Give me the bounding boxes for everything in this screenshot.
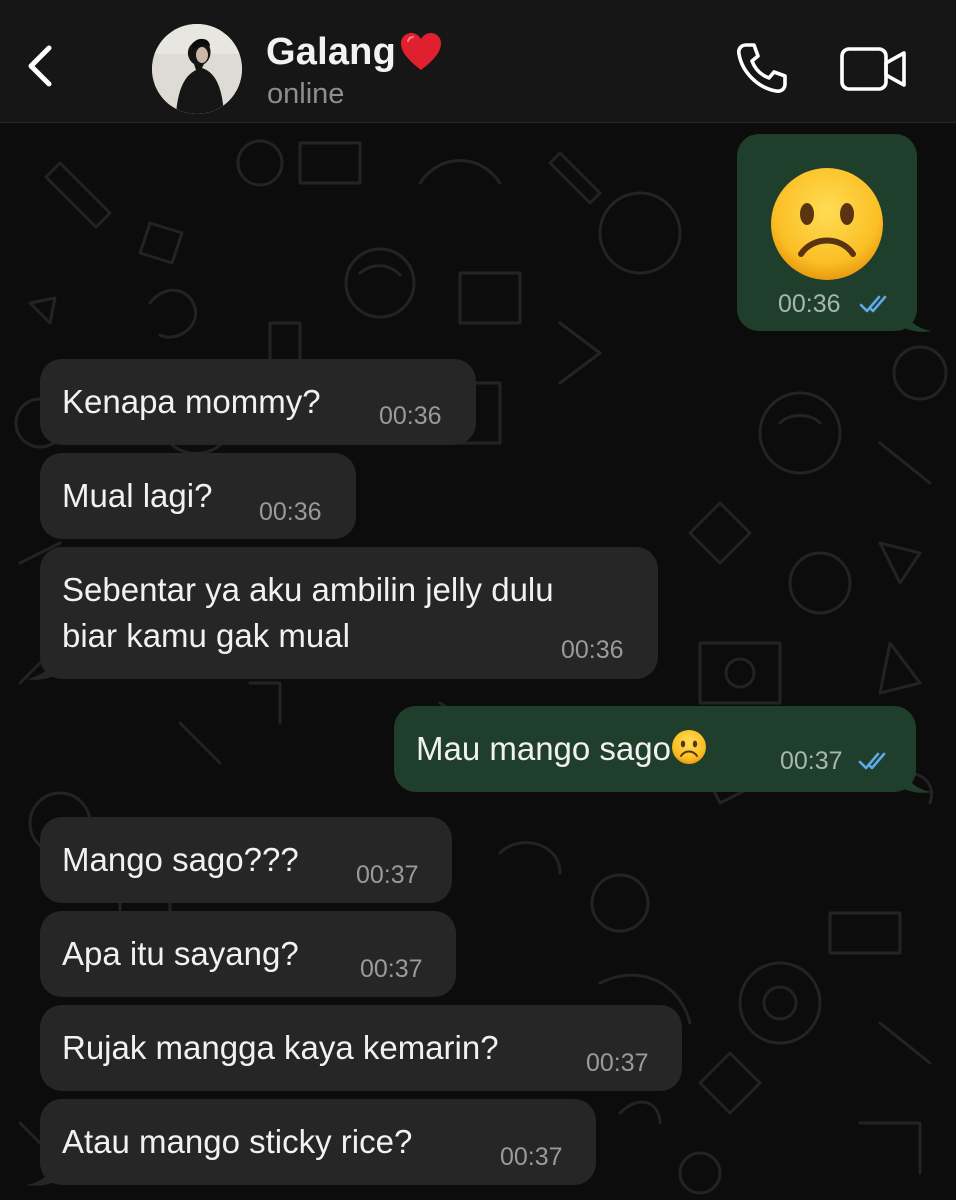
message-incoming[interactable]: Rujak mangga kaya kemarin? 00:37 <box>40 1005 682 1091</box>
back-button[interactable] <box>18 36 62 96</box>
frowning-face-emoji <box>672 730 706 764</box>
message-incoming[interactable]: Mango sago??? 00:37 <box>40 817 452 903</box>
chevron-left-icon <box>28 45 52 87</box>
message-outgoing[interactable]: 00:36 <box>737 134 917 331</box>
message-time: 00:37 <box>356 861 419 889</box>
chat-header: Galang online <box>0 0 956 123</box>
frowning-face-emoji <box>771 168 883 280</box>
bubble-tail <box>26 657 56 680</box>
message-text: Mau mango sago <box>416 726 707 772</box>
message-outgoing[interactable]: Mau mango sago 00:37 <box>394 706 916 792</box>
contact-name[interactable]: Galang <box>266 30 444 74</box>
message-time: 00:36 <box>259 498 322 526</box>
chat-screen: Galang online 00:36 Kenapa mommy? 00:36 … <box>0 0 956 1200</box>
message-text-content: Mau mango sago <box>416 730 671 767</box>
message-incoming[interactable]: Apa itu sayang? 00:37 <box>40 911 456 997</box>
message-time: 00:37 <box>360 955 423 983</box>
message-time: 00:37 <box>586 1049 649 1077</box>
message-text: Mango sago??? <box>62 841 299 878</box>
read-receipt-icon <box>859 295 887 313</box>
message-incoming[interactable]: Mual lagi? 00:36 <box>40 453 356 539</box>
message-text: Apa itu sayang? <box>62 935 299 972</box>
avatar-photo <box>152 24 242 114</box>
message-time: 00:36 <box>778 290 841 318</box>
bubble-tail <box>902 309 932 332</box>
bubble-tail <box>902 770 932 793</box>
video-camera-icon <box>840 47 906 91</box>
message-incoming[interactable]: Sebentar ya aku ambilin jelly dulu biar … <box>40 547 658 679</box>
bubble-tail <box>26 1163 56 1186</box>
contact-name-text: Galang <box>266 30 397 73</box>
message-text: Atau mango sticky rice? <box>62 1123 413 1160</box>
message-time: 00:36 <box>379 402 442 430</box>
message-text: Rujak mangga kaya kemarin? <box>62 1029 499 1066</box>
voice-call-button[interactable] <box>734 40 790 96</box>
red-heart-icon <box>401 33 442 70</box>
message-incoming[interactable]: Atau mango sticky rice? 00:37 <box>40 1099 596 1185</box>
contact-avatar[interactable] <box>152 24 242 114</box>
message-text-line-1: Sebentar ya aku ambilin jelly dulu <box>62 571 554 608</box>
video-call-button[interactable] <box>838 44 910 94</box>
message-text: Kenapa mommy? <box>62 383 321 420</box>
message-text-line-2: biar kamu gak mual <box>62 617 350 654</box>
message-time: 00:37 <box>500 1143 563 1171</box>
phone-icon <box>737 43 787 93</box>
message-text: Mual lagi? <box>62 477 213 514</box>
contact-status: online <box>267 78 345 110</box>
read-receipt-icon <box>858 752 886 770</box>
message-time: 00:37 <box>780 747 843 775</box>
chat-area[interactable]: 00:36 Kenapa mommy? 00:36 Mual lagi? 00:… <box>0 123 956 1200</box>
message-incoming[interactable]: Kenapa mommy? 00:36 <box>40 359 476 445</box>
message-time: 00:36 <box>561 636 624 664</box>
